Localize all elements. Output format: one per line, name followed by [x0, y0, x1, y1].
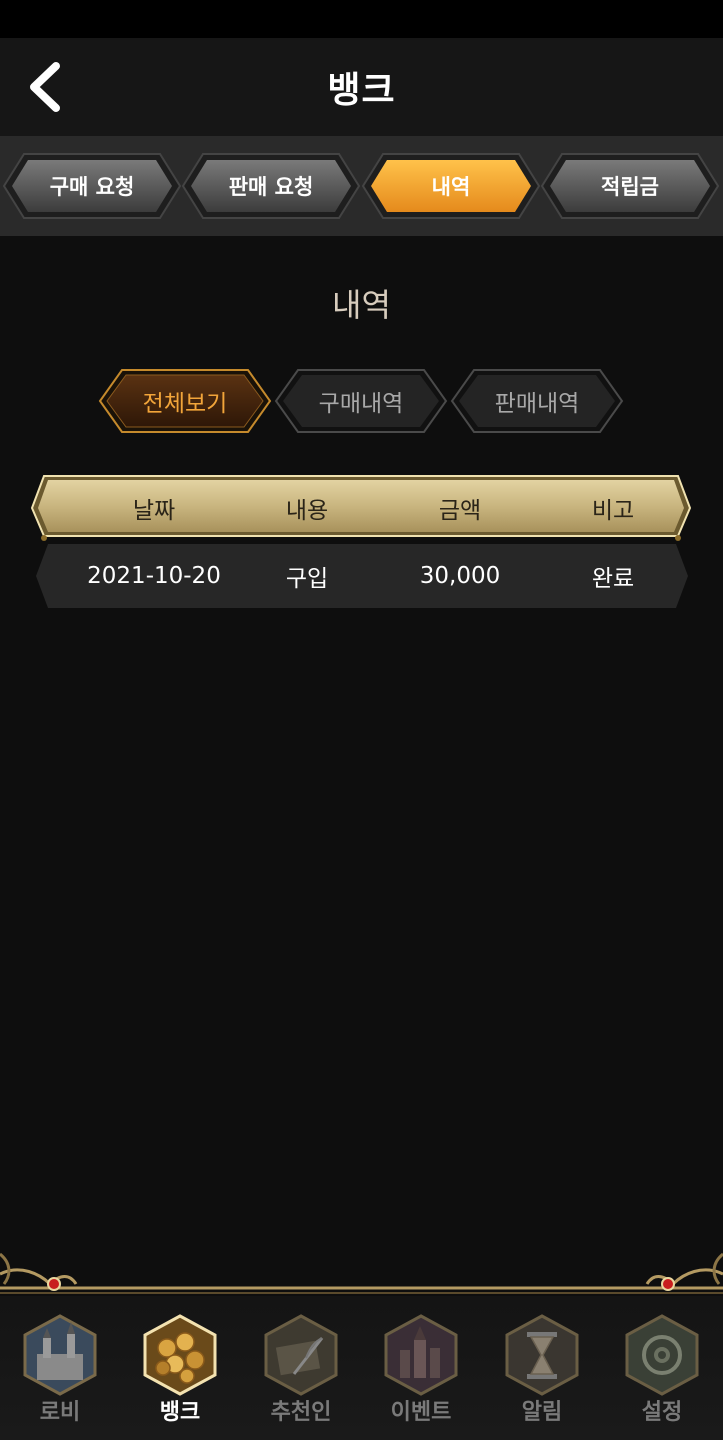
- nav-referrer[interactable]: 추천인: [241, 1310, 361, 1434]
- tab-bar: 구매 요청 판매 요청 내역 적립금: [0, 136, 723, 236]
- column-header-date: 날짜: [132, 498, 176, 524]
- back-button[interactable]: [24, 60, 68, 114]
- section-title: 내역: [332, 286, 391, 324]
- cell-date: 2021-10-20: [87, 563, 221, 589]
- tab-purchase-request[interactable]: 구매 요청: [2, 152, 182, 220]
- page-title: 뱅크: [327, 70, 396, 111]
- settings-icon: [625, 1314, 699, 1396]
- tab-label: 구매 요청: [49, 175, 135, 199]
- coins-icon: [143, 1314, 217, 1396]
- nav-label: 설정: [641, 1400, 683, 1425]
- column-header-content: 내용: [285, 498, 329, 524]
- table-row[interactable]: 2021-10-20 구입 30,000 완료: [36, 544, 688, 608]
- nav-notification[interactable]: 알림: [482, 1310, 602, 1434]
- quill-icon: [264, 1314, 338, 1396]
- status-bar: [0, 0, 723, 38]
- column-header-note: 비고: [591, 498, 635, 524]
- tab-history[interactable]: 내역: [361, 152, 541, 220]
- column-header-amount: 금액: [438, 498, 482, 524]
- nav-label: 로비: [39, 1400, 81, 1425]
- nav-label: 알림: [521, 1400, 563, 1425]
- filter-label: 전체보기: [142, 391, 228, 417]
- nav-event[interactable]: 이벤트: [361, 1310, 481, 1434]
- app-header: 뱅크: [0, 38, 723, 136]
- content-panel: 내역 전체보기 구매내역 판매내역 날짜 내용 금액 비고 2021-10-20…: [0, 236, 723, 1296]
- bank-screen: 뱅크 구매 요청 판매 요청 내역 적립금 내역 전체보기 구매내역 판매내역 …: [0, 0, 723, 1440]
- cell-content: 구입: [285, 566, 329, 592]
- gem-icon: [47, 1277, 61, 1291]
- tab-points[interactable]: 적립금: [540, 152, 720, 220]
- filter-all[interactable]: 전체보기: [98, 368, 272, 434]
- gem-icon: [661, 1277, 675, 1291]
- bottom-navigation: 로비 뱅크 추천인 이벤트 알림 설정: [0, 1296, 723, 1440]
- table-header: 날짜 내용 금액 비고: [30, 474, 692, 542]
- nav-label: 뱅크: [159, 1400, 201, 1425]
- cell-amount: 30,000: [419, 563, 501, 589]
- castle-icon: [23, 1314, 97, 1396]
- nav-bank[interactable]: 뱅크: [120, 1310, 240, 1434]
- city-icon: [384, 1314, 458, 1396]
- nav-label: 추천인: [270, 1400, 332, 1425]
- filter-sales[interactable]: 판매내역: [450, 368, 624, 434]
- filter-label: 판매내역: [494, 391, 580, 417]
- ornamental-frame: [0, 1252, 723, 1294]
- nav-label: 이벤트: [390, 1400, 452, 1425]
- nav-settings[interactable]: 설정: [602, 1310, 722, 1434]
- tab-label: 내역: [431, 175, 471, 199]
- chevron-left-icon: [30, 62, 60, 112]
- filter-purchases[interactable]: 구매내역: [274, 368, 448, 434]
- hourglass-icon: [505, 1314, 579, 1396]
- cell-note: 완료: [591, 566, 635, 592]
- filter-label: 구매내역: [318, 391, 404, 417]
- tab-label: 판매 요청: [228, 175, 314, 199]
- nav-lobby[interactable]: 로비: [0, 1310, 120, 1434]
- tab-label: 적립금: [601, 175, 659, 199]
- tab-sale-request[interactable]: 판매 요청: [181, 152, 361, 220]
